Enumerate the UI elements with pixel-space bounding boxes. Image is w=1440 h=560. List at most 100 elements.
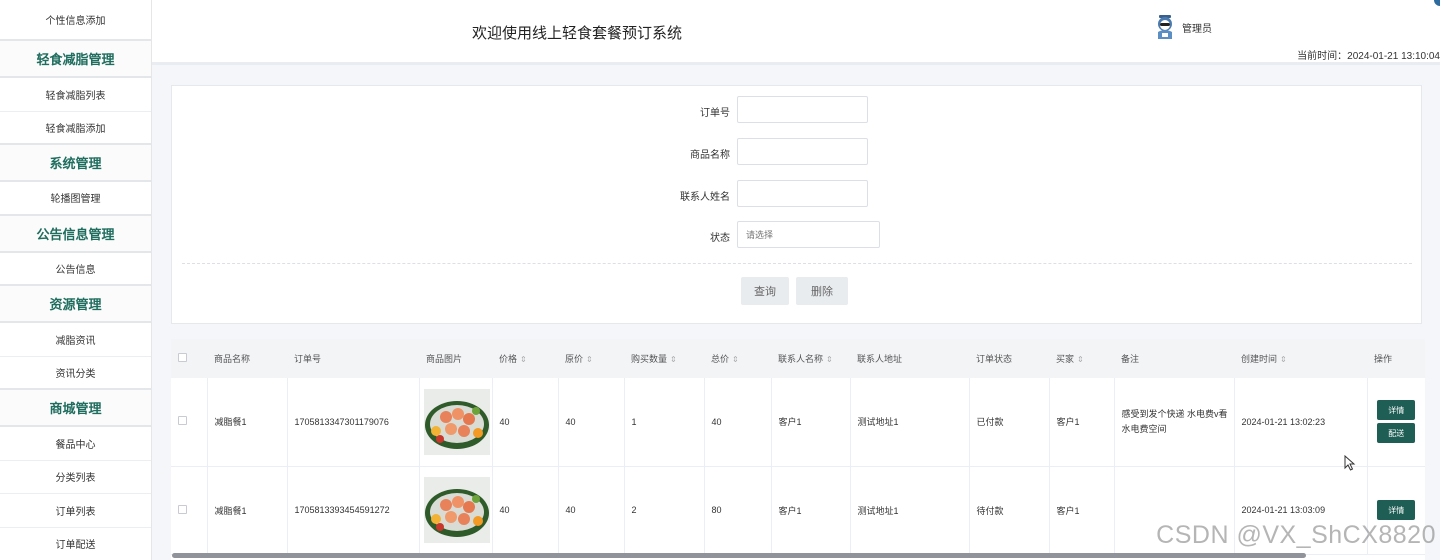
time-value: 2024-01-21 13:10:04 [1347,51,1440,62]
order-no-input[interactable] [737,96,868,123]
sidebar-item-category-list[interactable]: 分类列表 [0,461,151,494]
sort-icon: ⇕ [670,355,677,364]
sidebar-group-label: 商城管理 [49,401,102,416]
column-header-label: 买家 [1056,354,1075,364]
cell-contact-address: 测试地址1 [850,466,970,554]
status-label: 状态 [710,233,730,244]
sort-icon: ⇕ [732,355,739,364]
contact-name-label: 联系人姓名 [680,192,730,203]
sidebar-group-announcement[interactable]: 公告信息管理 [0,215,151,253]
sidebar-item-order-delivery[interactable]: 订单配送 [0,528,151,560]
delete-button[interactable]: 删除 [796,277,848,305]
cell-contact-name: 客户1 [771,378,851,466]
cell-original-price: 40 [558,466,625,554]
cell-contact-address: 测试地址1 [850,378,970,466]
column-header-sortable[interactable]: 买家 ⇕ [1049,339,1114,378]
admin-menu[interactable]: 管理员 [1154,14,1212,40]
header: 欢迎使用线上轻食套餐预订系统 管理员 当前时间：2024-01-21 13:10… [152,0,1440,65]
time-prefix: 当前时间： [1297,51,1348,62]
query-button[interactable]: 查询 [741,277,789,305]
sidebar-group-mall[interactable]: 商城管理 [0,390,151,427]
order-no-label: 订单号 [700,108,730,119]
sidebar-item-carousel[interactable]: 轮播图管理 [0,182,151,216]
sidebar-item-light-meal-list[interactable]: 轻食减脂列表 [0,78,151,112]
meal-image [423,388,490,455]
column-header-sortable[interactable]: 原价 ⇕ [558,339,624,378]
column-header-sortable[interactable]: 价格 ⇕ [492,339,558,378]
cell-total: 80 [704,466,772,554]
column-header-label: 购买数量 [631,354,668,364]
sidebar-item-label: 资讯分类 [55,368,96,380]
product-name-input[interactable] [737,138,868,165]
sidebar-item-order-list[interactable]: 订单列表 [0,494,151,528]
page-title: 欢迎使用线上轻食套餐预订系统 [472,25,683,42]
table-header: 商品名称 订单号 商品图片 价格 ⇕ 原价 ⇕ 购买数量 ⇕ 总价 ⇕ 联系人名称 ⇕ 联… [171,339,1425,378]
sidebar-item-label: 分类列表 [55,473,96,485]
column-header-sortable[interactable]: 创建时间 ⇕ [1234,339,1367,378]
cell-actions: 详情 配送 [1367,378,1425,466]
sort-icon: ⇕ [520,355,527,364]
column-header: 操作 [1374,354,1393,364]
sidebar-item-label: 个性信息添加 [45,16,106,27]
sidebar: 个性信息添加 轻食减脂管理 轻食减脂列表 轻食减脂添加 系统管理 轮播图管理 公… [0,0,152,560]
sidebar-item-label: 轮播图管理 [50,194,101,206]
column-header-sortable[interactable]: 联系人名称 ⇕ [771,339,850,378]
select-all-checkbox[interactable] [171,339,207,378]
status-select[interactable] [737,221,880,248]
sidebar-item-announcement[interactable]: 公告信息 [0,253,151,286]
column-header-label: 创建时间 [1241,354,1278,364]
column-header: 商品图片 [426,354,463,364]
sort-icon: ⇕ [1280,355,1287,364]
horizontal-scrollbar[interactable] [172,553,1306,558]
meal-image [423,477,490,543]
sidebar-item-label: 公告信息 [55,264,96,276]
cell-price: 40 [492,466,559,554]
sidebar-item-profile-add[interactable]: 个性信息添加 [0,0,151,41]
column-header: 订单号 [294,354,322,364]
cell-order-no: 1705813393454591272 [287,466,420,554]
column-header: 订单状态 [976,354,1013,364]
sidebar-group-label: 资源管理 [49,297,102,312]
sort-icon: ⇕ [826,355,833,364]
sort-icon: ⇕ [1077,355,1084,364]
cell-quantity: 1 [624,378,705,466]
column-header: 商品名称 [214,354,251,364]
avatar-icon [1158,15,1172,39]
sidebar-item-news[interactable]: 减脂资讯 [0,323,151,357]
sidebar-item-news-category[interactable]: 资讯分类 [0,357,151,390]
cell-product: 减脂餐1 [207,466,288,554]
cell-original-price: 40 [558,378,625,466]
cell-status: 已付款 [969,378,1050,466]
detail-button[interactable]: 详情 [1377,500,1416,520]
deliver-button[interactable]: 配送 [1377,423,1416,444]
sidebar-group-system[interactable]: 系统管理 [0,145,151,182]
sidebar-item-label: 减脂资讯 [55,335,96,347]
sidebar-group-resources[interactable]: 资源管理 [0,286,151,323]
sidebar-group-light-meal[interactable]: 轻食减脂管理 [0,41,151,78]
column-header-sortable[interactable]: 总价 ⇕ [704,339,771,378]
cell-buyer: 客户1 [1049,378,1115,466]
sidebar-group-label: 轻食减脂管理 [36,52,115,67]
divider [182,263,1412,264]
sidebar-item-label: 餐品中心 [55,439,96,451]
watermark: CSDN @VX_ShCX8820 [1156,521,1436,549]
sidebar-item-label: 订单列表 [55,506,96,518]
sidebar-item-light-meal-add[interactable]: 轻食减脂添加 [0,112,151,145]
cell-created: 2024-01-21 13:02:23 [1234,378,1368,466]
column-header-label: 原价 [565,354,584,364]
cell-quantity: 2 [624,466,705,554]
column-header: 备注 [1121,354,1140,364]
detail-button[interactable]: 详情 [1377,400,1416,421]
mouse-cursor-icon [1344,455,1356,471]
contact-name-input[interactable] [737,180,868,207]
sidebar-group-label: 系统管理 [49,156,102,171]
cell-product: 减脂餐1 [207,378,288,466]
row-checkbox[interactable] [171,466,208,554]
cell-image [419,466,493,554]
column-header-sortable[interactable]: 购买数量 ⇕ [624,339,704,378]
cell-status: 待付款 [969,466,1050,554]
search-panel: 订单号 商品名称 联系人姓名 状态 查询 删除 [171,85,1422,324]
row-checkbox[interactable] [171,378,208,466]
cell-price: 40 [492,378,559,466]
sidebar-item-meal-center[interactable]: 餐品中心 [0,427,151,461]
